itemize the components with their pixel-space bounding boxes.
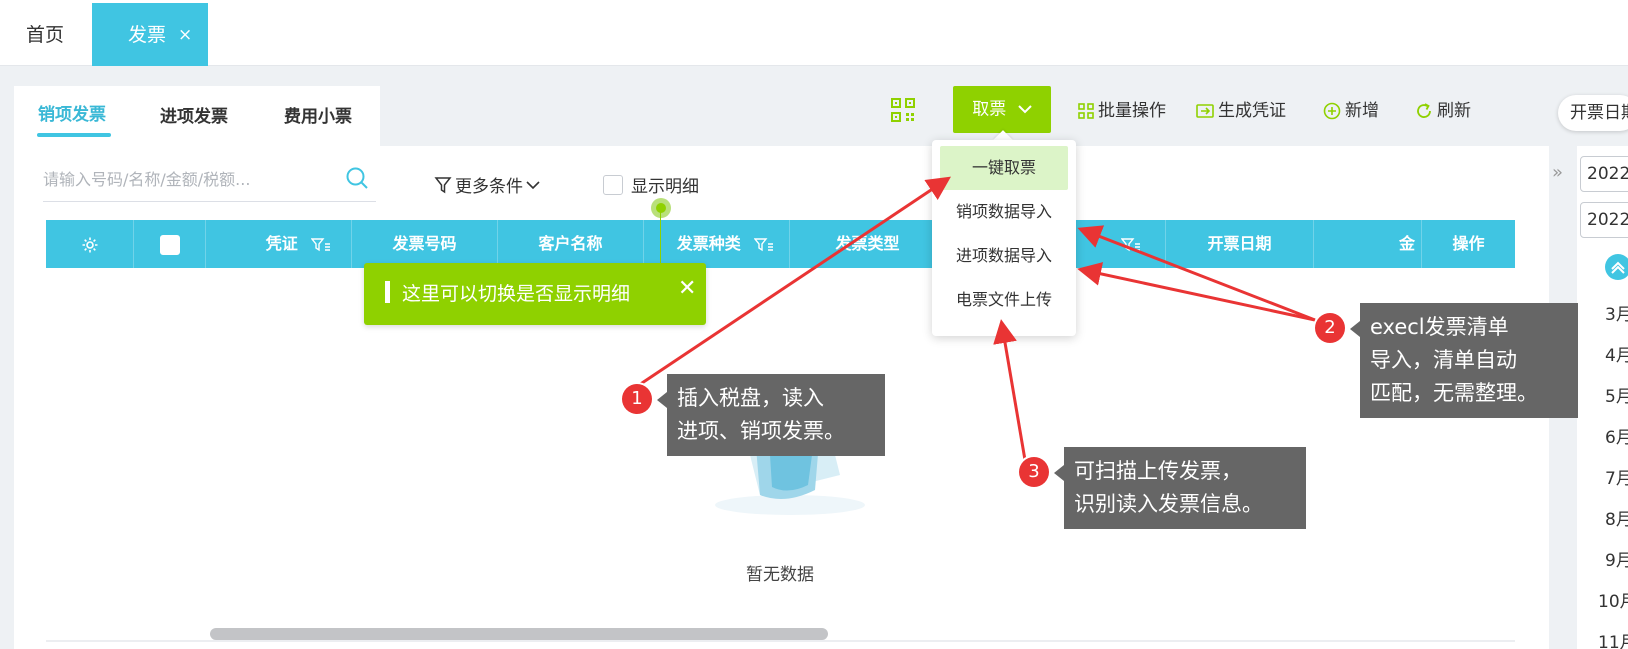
- voucher-icon: [1196, 104, 1214, 118]
- horizontal-scrollbar[interactable]: [210, 628, 828, 640]
- annotation-callout: execl发票清单 导入，清单自动 匹配，无需整理。: [1350, 303, 1578, 418]
- menu-e-invoice-upload[interactable]: 电票文件上传: [940, 278, 1068, 322]
- refresh-button[interactable]: 刷新: [1415, 96, 1471, 126]
- search-icon[interactable]: [345, 166, 369, 190]
- tooltip-bar: [385, 281, 390, 303]
- select-all-checkbox[interactable]: [159, 234, 180, 255]
- tooltip-anchor-dot: [651, 198, 671, 218]
- th-actions: 操作: [1422, 220, 1515, 268]
- annotation-badge: 3: [1019, 457, 1049, 487]
- menu-purchase-import[interactable]: 进项数据导入: [940, 234, 1068, 278]
- close-icon[interactable]: ✕: [678, 276, 696, 301]
- month-item[interactable]: 6月: [1605, 423, 1628, 448]
- close-icon[interactable]: ×: [178, 3, 192, 67]
- annotation-line: 识别读入发票信息。: [1074, 492, 1263, 516]
- annotation-line: 进项、销项发票。: [677, 419, 845, 443]
- menu-sales-import[interactable]: 销项数据导入: [940, 190, 1068, 234]
- refresh-label: 刷新: [1437, 101, 1471, 121]
- double-chevron-right-icon[interactable]: »: [1552, 162, 1563, 183]
- plus-circle-icon: [1323, 102, 1341, 120]
- generate-voucher-button[interactable]: 生成凭证: [1196, 96, 1286, 126]
- refresh-icon: [1417, 103, 1431, 118]
- th-invoice-type-label: 发票类型: [835, 234, 900, 253]
- column-filter-icon[interactable]: [311, 237, 331, 253]
- tab-purchase-invoice[interactable]: 进项发票: [160, 102, 228, 127]
- batch-operation-button[interactable]: 批量操作: [1078, 96, 1166, 126]
- get-invoice-button[interactable]: 取票: [953, 86, 1051, 133]
- month-item[interactable]: 11月: [1598, 628, 1628, 649]
- th-actions-label: 操作: [1452, 234, 1485, 253]
- th-invoice-kind-label: 发票种类: [676, 234, 741, 253]
- annotation-callout: 插入税盘，读入 进项、销项发票。: [657, 374, 885, 456]
- th-invoice-type: 发票类型: [790, 220, 936, 268]
- month-item[interactable]: 5月: [1605, 382, 1628, 407]
- th-issue-date-label: 开票日期: [1207, 234, 1272, 253]
- month-item[interactable]: 3月: [1605, 300, 1628, 325]
- show-detail-toggle[interactable]: 显示明细: [603, 172, 699, 197]
- chevron-down-icon: [1017, 86, 1032, 133]
- month-item[interactable]: 10月: [1598, 587, 1628, 612]
- select-all-column: [134, 220, 206, 268]
- th-customer-name: 客户名称: [498, 220, 644, 268]
- chevron-down-icon: [526, 180, 540, 189]
- annotation-line: 可扫描上传发票，: [1074, 459, 1242, 483]
- tab-expense-receipt[interactable]: 费用小票: [284, 102, 352, 127]
- th-amount-label: 金: [1398, 234, 1415, 253]
- column-filter-icon[interactable]: [1120, 237, 1141, 253]
- horizontal-scroll-track: [46, 640, 1515, 642]
- annotation-badge: 1: [622, 384, 652, 414]
- end-year-select[interactable]: 2022: [1580, 202, 1628, 238]
- tab-home[interactable]: 首页: [0, 0, 90, 66]
- th-invoice-kind: 发票种类: [644, 220, 790, 268]
- start-year-select[interactable]: 2022: [1580, 156, 1628, 192]
- batch-icon: [1078, 103, 1094, 119]
- annotation-line: 匹配，无需整理。: [1370, 381, 1538, 405]
- search-input[interactable]: 请输入号码/名称/金额/税额...: [43, 160, 376, 202]
- month-item[interactable]: 4月: [1605, 341, 1628, 366]
- issue-date-sort-button[interactable]: 开票日期: [1558, 95, 1628, 131]
- get-invoice-label: 取票: [972, 99, 1007, 120]
- add-button[interactable]: 新增: [1323, 96, 1379, 126]
- month-item[interactable]: 8月: [1605, 505, 1628, 530]
- annotation-badge: 2: [1315, 313, 1345, 343]
- get-invoice-dropdown: 一键取票 销项数据导入 进项数据导入 电票文件上传: [932, 140, 1076, 336]
- th-amount: 金: [1314, 220, 1422, 268]
- active-tab-indicator: [37, 133, 111, 137]
- annotation-line: 插入税盘，读入: [677, 386, 824, 410]
- menu-one-click-get[interactable]: 一键取票: [940, 146, 1068, 190]
- add-label: 新增: [1345, 101, 1379, 121]
- guide-tooltip-text: 这里可以切换是否显示明细: [402, 283, 631, 305]
- annotation-callout: 可扫描上传发票， 识别读入发票信息。: [1054, 447, 1306, 529]
- more-conditions-label: 更多条件: [455, 177, 523, 197]
- tooltip-connector: [660, 210, 661, 263]
- th-issue-date: 开票日期: [1166, 220, 1314, 268]
- show-detail-label: 显示明细: [631, 177, 699, 197]
- th-customer-name-label: 客户名称: [538, 234, 603, 253]
- table-header: 凭证 发票号码 客户名称 发票种类 发票类型 开票日期 金 操作: [46, 220, 1515, 268]
- qr-code-icon[interactable]: [890, 97, 916, 123]
- show-detail-checkbox[interactable]: [603, 174, 623, 195]
- more-conditions-button[interactable]: 更多条件: [434, 172, 540, 197]
- th-voucher: 凭证: [206, 220, 352, 268]
- th-voucher-label: 凭证: [265, 234, 298, 253]
- annotation-line: execl发票清单: [1370, 315, 1509, 339]
- generate-voucher-label: 生成凭证: [1218, 101, 1286, 121]
- top-tab-bar: [0, 0, 1628, 66]
- filter-icon: [434, 176, 452, 193]
- empty-data-text: 暂无数据: [746, 565, 814, 585]
- gear-icon[interactable]: [81, 236, 99, 254]
- month-item[interactable]: 7月: [1605, 464, 1628, 489]
- annotation-line: 导入，清单自动: [1370, 348, 1517, 372]
- tab-invoice[interactable]: 发票 ×: [92, 3, 208, 66]
- th-invoice-number: 发票号码: [352, 220, 498, 268]
- column-settings[interactable]: [46, 220, 134, 268]
- month-item[interactable]: 9月: [1605, 546, 1628, 571]
- guide-tooltip: 这里可以切换是否显示明细: [364, 263, 706, 325]
- tab-invoice-label: 发票: [128, 24, 167, 46]
- tab-sales-invoice[interactable]: 销项发票: [38, 100, 106, 125]
- th-invoice-number-label: 发票号码: [392, 234, 457, 253]
- chevron-up-icon[interactable]: [1605, 254, 1628, 280]
- column-filter-icon[interactable]: [754, 237, 774, 253]
- batch-operation-label: 批量操作: [1098, 101, 1166, 121]
